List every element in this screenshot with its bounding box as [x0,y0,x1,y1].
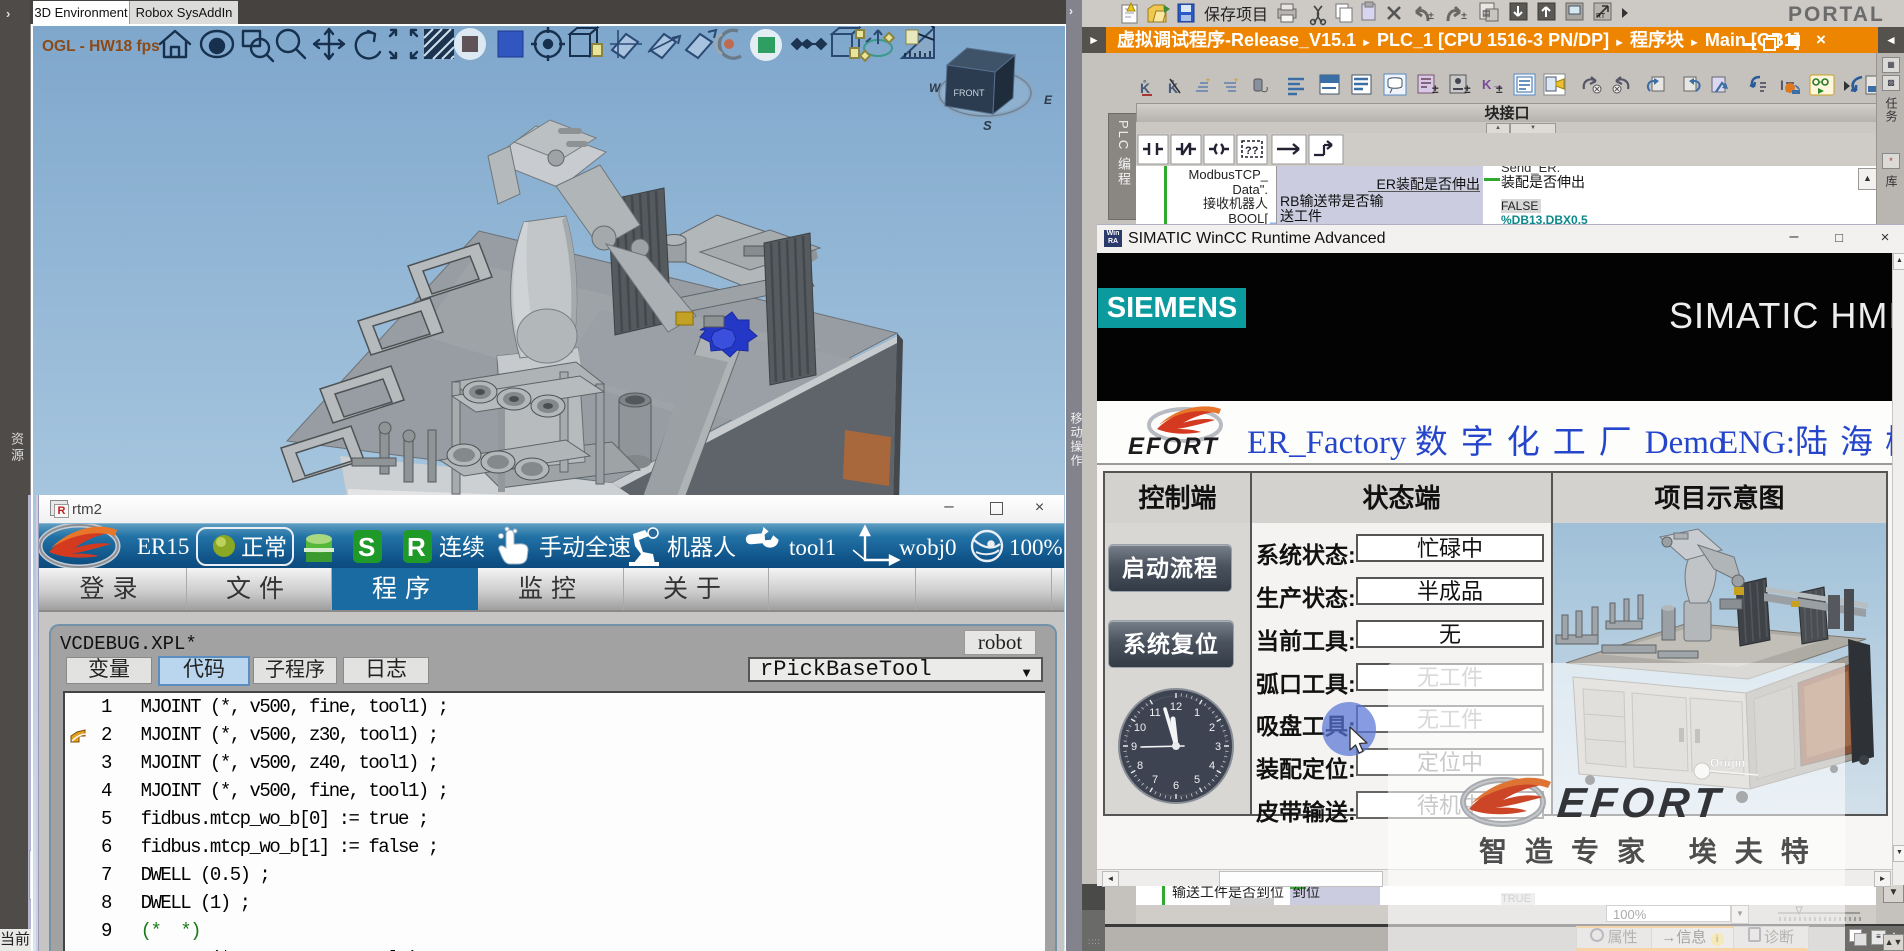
svg-text:??: ?? [1245,145,1259,157]
svg-text:W: W [929,81,942,95]
svg-text:机器人: 机器人 [667,534,736,560]
svg-text:OGL - HW18 fps: OGL - HW18 fps [42,38,160,55]
svg-text:*: * [1234,77,1238,88]
svg-text:±: ± [1428,10,1434,22]
svg-text:7: 7 [1152,774,1158,786]
svg-text:9: 9 [1131,741,1137,753]
svg-text:R: R [407,532,426,562]
svg-text:K̊: K̊ [1140,79,1150,96]
svg-text:11: 11 [1149,707,1160,719]
svg-text:正常: 正常 [241,534,287,560]
svg-text:RT: RT [1596,13,1606,20]
svg-text:100%: 100% [1009,535,1063,560]
svg-text:10: 10 [1134,722,1146,734]
svg-text:保存项目: 保存项目 [1204,6,1268,24]
svg-text:3: 3 [1215,741,1221,753]
svg-text:▤: ▤ [1482,8,1491,18]
svg-text:Origin: Origin [1710,756,1745,770]
svg-text:±: ± [1496,82,1503,96]
svg-text:8: 8 [1137,760,1143,772]
svg-text:ER15: ER15 [137,534,189,559]
svg-text:2: 2 [1209,722,1215,734]
svg-text:连续: 连续 [439,534,485,560]
svg-text:S: S [358,532,375,562]
svg-text:E: E [1044,93,1053,107]
svg-text:S: S [983,118,992,133]
svg-text:±: ± [1432,82,1439,96]
svg-text:±: ± [1464,82,1471,96]
svg-text:4: 4 [1209,760,1215,772]
svg-text:6: 6 [1173,780,1179,792]
svg-text:tool1: tool1 [789,535,836,560]
svg-text:12: 12 [1170,701,1182,713]
svg-text:1: 1 [1194,707,1200,719]
svg-text:手动全速: 手动全速 [539,534,631,560]
svg-text:FRONT: FRONT [954,88,985,98]
svg-text:*: * [1206,77,1210,88]
svg-text:5: 5 [1194,774,1200,786]
svg-text:±: ± [1461,10,1467,22]
svg-text:PORTAL: PORTAL [1788,3,1885,26]
svg-text:wobj0: wobj0 [899,535,957,560]
